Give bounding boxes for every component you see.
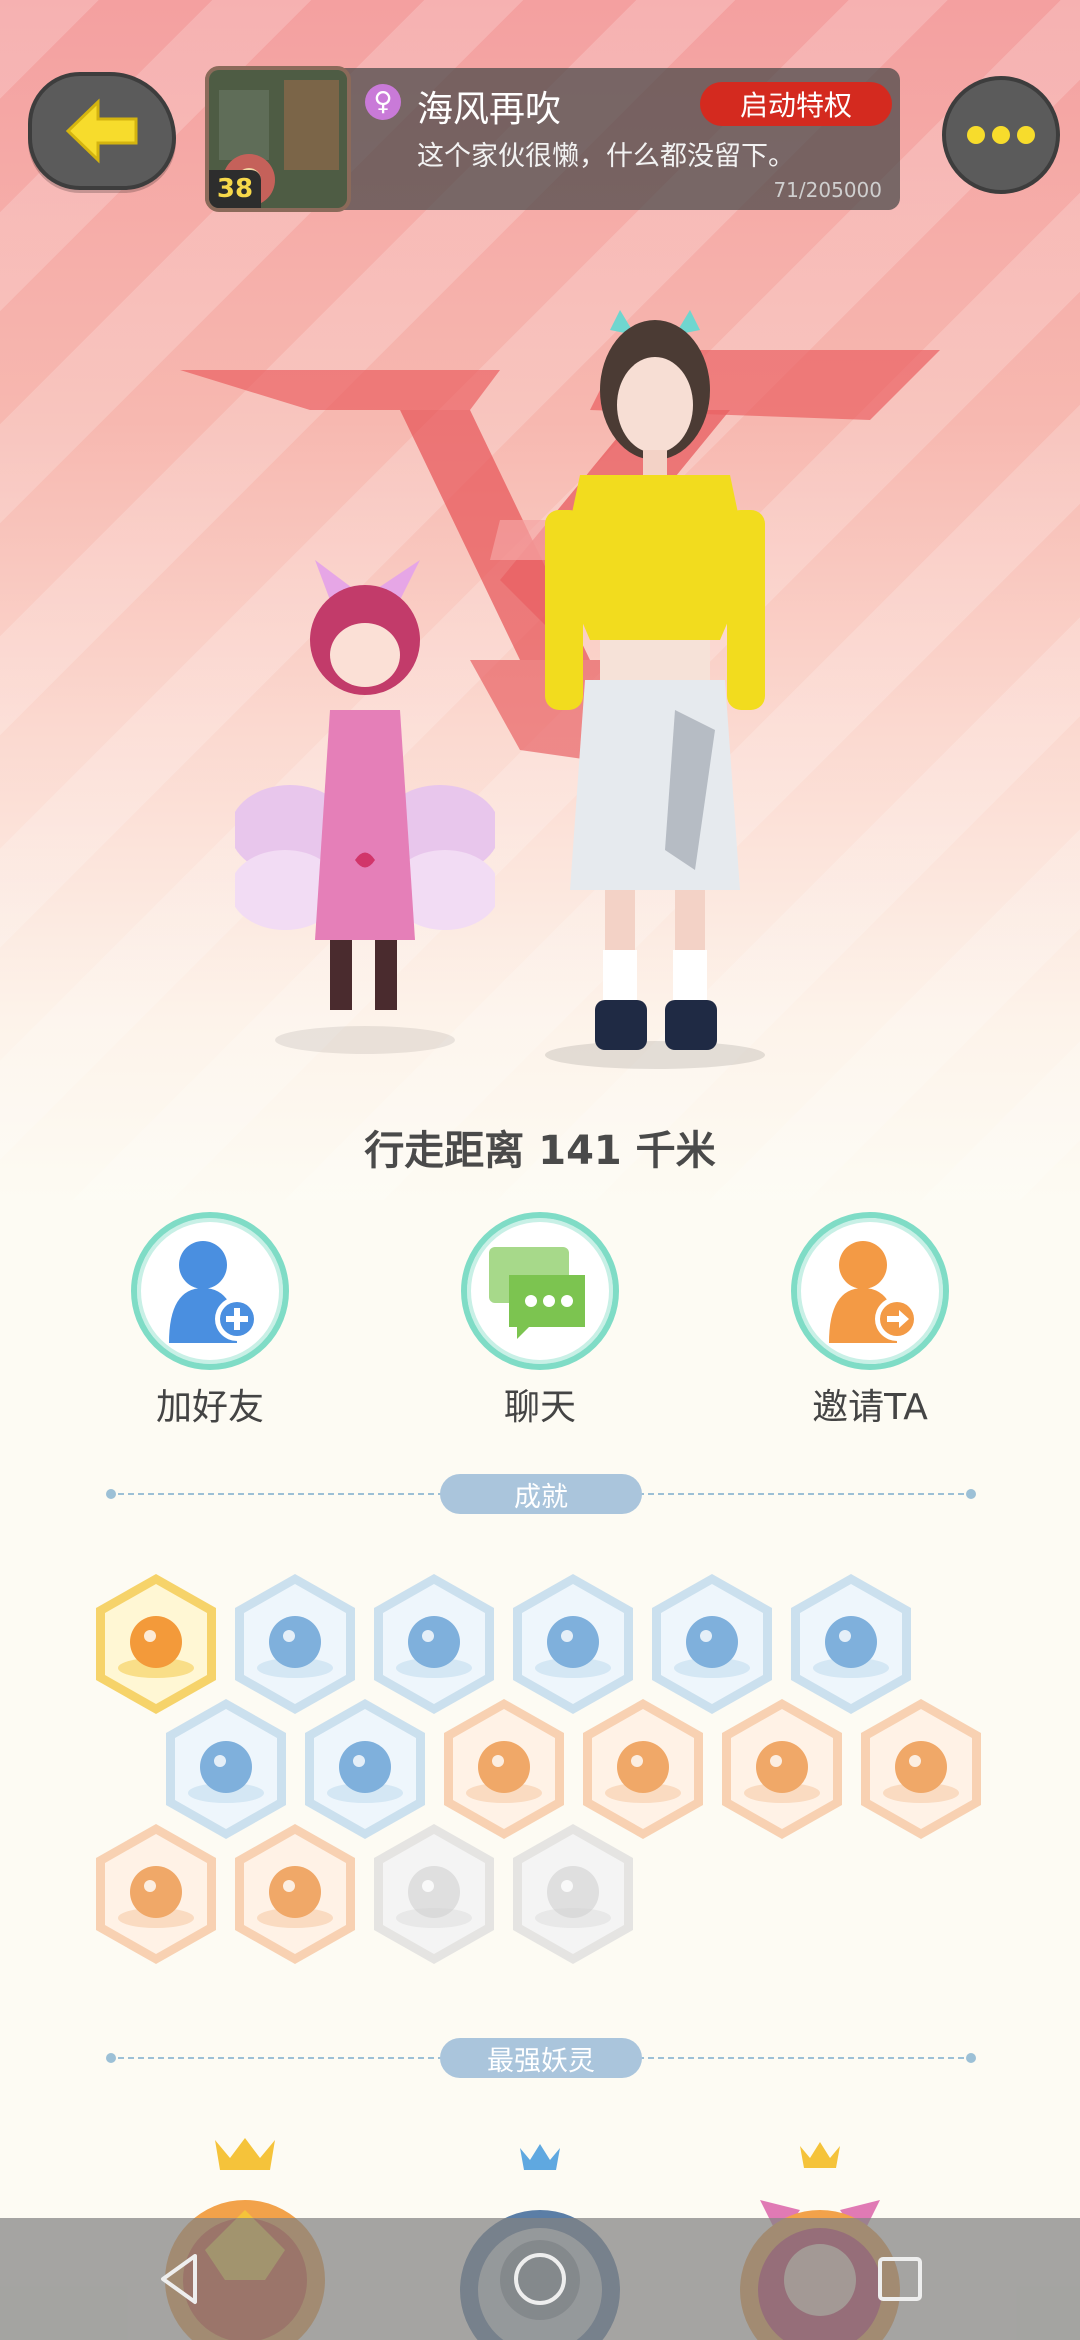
achievements-title: 成就 (440, 1474, 642, 1514)
strongest-spirits-divider: 最强妖灵 (106, 2038, 976, 2078)
add-friend-circle[interactable] (131, 1212, 289, 1370)
system-navigation-bar (0, 2218, 1080, 2340)
strongest-spirits-title: 最强妖灵 (440, 2038, 642, 2078)
invite-label: 邀请TA (812, 1387, 928, 1428)
chat-label: 聊天 (503, 1387, 576, 1428)
hero-area: 38 ♀ 海风再吹 启动特权 这个家伙很懒，什么都没留下。 71/205000 … (0, 0, 1080, 1200)
more-button[interactable] (942, 76, 1060, 194)
divider-dot (106, 2053, 116, 2063)
add-friend-label: 加好友 (155, 1387, 264, 1428)
experience-progress: 71/205000 (773, 178, 882, 202)
nav-back-button[interactable] (135, 2234, 225, 2324)
chat-icon (489, 1247, 585, 1339)
invite-icon (829, 1241, 919, 1343)
warrior-badge-icon[interactable] (368, 1820, 500, 1968)
signature-text: 这个家伙很懒，什么都没留下。 (417, 141, 795, 172)
female-icon: ♀ (365, 84, 401, 120)
divider-dot (966, 2053, 976, 2063)
more-dots-icon (967, 126, 1035, 144)
nickname: 海风再吹 (417, 89, 562, 130)
invite-button[interactable]: 邀请TA (785, 1212, 955, 1430)
profile-avatar[interactable]: 38 (205, 66, 351, 212)
spirit-pet-figure[interactable] (235, 560, 495, 1060)
home-nav-icon (514, 2253, 566, 2305)
privilege-button[interactable]: 启动特权 (700, 82, 892, 126)
dragon-badge-icon[interactable] (90, 1820, 222, 1968)
nav-home-button[interactable] (495, 2234, 585, 2324)
arrow-left-icon (65, 98, 138, 164)
back-nav-icon (161, 2254, 197, 2304)
wolf-badge-icon[interactable] (507, 1820, 639, 1968)
back-button[interactable] (28, 72, 176, 190)
level-badge: 38 (209, 170, 261, 208)
chat-button[interactable]: 聊天 (455, 1212, 625, 1430)
profile-card: 38 ♀ 海风再吹 启动特权 这个家伙很懒，什么都没留下。 71/205000 (205, 66, 900, 212)
nav-recents-button[interactable] (855, 2234, 945, 2324)
scroll-badge-icon[interactable] (855, 1695, 987, 1843)
recents-nav-icon (878, 2257, 922, 2301)
divider-dot (966, 1489, 976, 1499)
walking-distance: 行走距离 141 千米 (364, 1128, 716, 1174)
add-friend-button[interactable]: 加好友 (125, 1212, 295, 1430)
cart-badge-icon[interactable] (716, 1695, 848, 1843)
player-avatar-figure[interactable] (525, 310, 785, 1070)
achievements-divider: 成就 (106, 1474, 976, 1514)
beast-badge-icon[interactable] (229, 1820, 361, 1968)
add-friend-icon (169, 1241, 259, 1343)
invite-circle[interactable] (791, 1212, 949, 1370)
divider-dot (106, 1489, 116, 1499)
chat-circle[interactable] (461, 1212, 619, 1370)
